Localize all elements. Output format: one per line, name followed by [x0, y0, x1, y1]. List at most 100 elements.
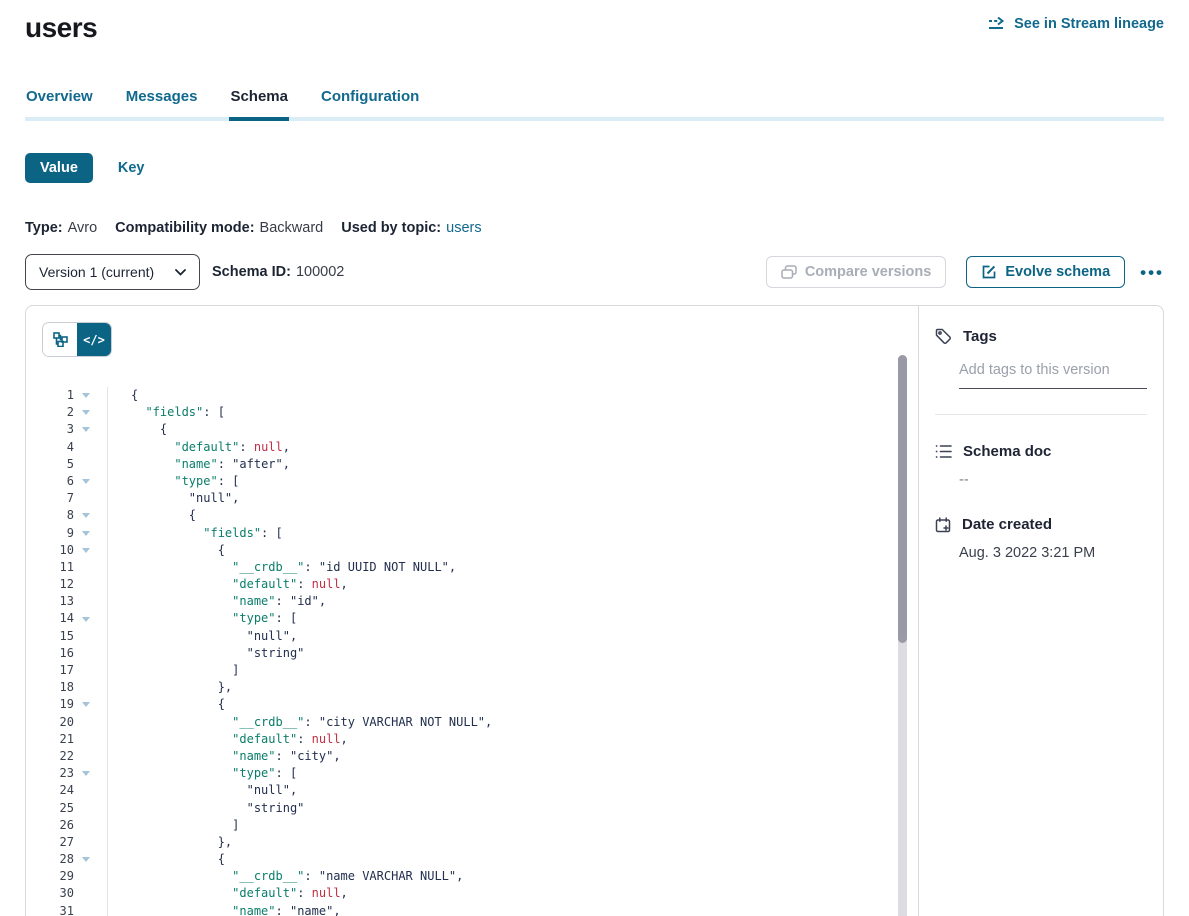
calendar-plus-icon	[935, 517, 951, 533]
gutter-cell: 15	[26, 628, 108, 645]
code-line-text: "default": null,	[108, 576, 348, 593]
line-number: 9	[26, 525, 74, 542]
fold-toggle-icon[interactable]	[74, 513, 98, 518]
code-line-text: {	[108, 851, 225, 868]
add-tags-input[interactable]	[959, 362, 1147, 389]
tab-configuration[interactable]: Configuration	[320, 88, 420, 121]
schema-doc-value: --	[959, 472, 1147, 488]
gutter-cell: 2	[26, 404, 108, 421]
compare-versions-label: Compare versions	[805, 264, 932, 280]
fold-toggle-icon[interactable]	[74, 548, 98, 553]
key-tab-button[interactable]: Key	[118, 160, 145, 176]
evolve-schema-button[interactable]: Evolve schema	[966, 256, 1125, 288]
fold-toggle-icon[interactable]	[74, 393, 98, 398]
fold-toggle-icon[interactable]	[74, 857, 98, 862]
code-line: 3 {	[26, 421, 918, 438]
gutter-cell: 18	[26, 679, 108, 696]
fold-toggle-icon[interactable]	[74, 702, 98, 707]
code-line: 18 },	[26, 679, 918, 696]
code-line-text: "string"	[108, 645, 304, 662]
code-line: 26 ]	[26, 817, 918, 834]
code-line: 29 "__crdb__": "name VARCHAR NULL",	[26, 868, 918, 885]
gutter-cell: 23	[26, 765, 108, 782]
line-number: 5	[26, 456, 74, 473]
gutter-cell: 7	[26, 490, 108, 507]
tab-schema[interactable]: Schema	[229, 88, 289, 121]
scrollbar-thumb[interactable]	[898, 355, 907, 643]
code-line: 9 "fields": [	[26, 525, 918, 542]
fold-toggle-icon[interactable]	[74, 617, 98, 622]
code-line-text: {	[108, 542, 225, 559]
tags-heading-label: Tags	[963, 328, 997, 345]
code-line-text: {	[108, 696, 225, 713]
code-line: 31 "name": "name",	[26, 903, 918, 916]
schema-id: Schema ID: 100002	[212, 264, 344, 280]
code-line-text: "__crdb__": "name VARCHAR NULL",	[108, 868, 463, 885]
meta-label: Used by topic:	[341, 220, 441, 236]
sidebar-divider	[935, 414, 1147, 415]
tags-heading: Tags	[919, 328, 1163, 345]
more-actions-button[interactable]: •••	[1140, 264, 1164, 281]
code-line: 13 "name": "id",	[26, 593, 918, 610]
fold-toggle-icon[interactable]	[74, 531, 98, 536]
schema-editor: </> 1{2 "fields": [3 {4 "default": null,…	[26, 306, 919, 916]
gutter-cell: 24	[26, 782, 108, 799]
gutter-cell: 31	[26, 903, 108, 916]
code-line: 14 "type": [	[26, 610, 918, 627]
topic-link[interactable]: users	[446, 220, 481, 236]
schema-meta-row: Type:AvroCompatibility mode:BackwardUsed…	[25, 220, 1164, 236]
gutter-cell: 8	[26, 507, 108, 524]
code-line: 27 },	[26, 834, 918, 851]
page-title: users	[25, 12, 97, 44]
version-select[interactable]: Version 1 (current)	[25, 254, 200, 290]
editor-scrollbar	[898, 355, 907, 916]
date-created-section: Date created Aug. 3 2022 3:21 PM	[919, 516, 1163, 561]
line-number: 20	[26, 714, 74, 731]
code-view-icon: </>	[83, 333, 105, 347]
line-number: 17	[26, 662, 74, 679]
fold-toggle-icon[interactable]	[74, 479, 98, 484]
code-line: 16 "string"	[26, 645, 918, 662]
schema-doc-section: Schema doc --	[919, 443, 1163, 488]
code-line: 23 "type": [	[26, 765, 918, 782]
code-line-text: "name": "id",	[108, 593, 326, 610]
gutter-cell: 16	[26, 645, 108, 662]
gutter-cell: 12	[26, 576, 108, 593]
code-view-button[interactable]: </>	[77, 323, 111, 356]
code-line-text: "null",	[108, 628, 297, 645]
line-number: 13	[26, 593, 74, 610]
code-line: 12 "default": null,	[26, 576, 918, 593]
line-number: 6	[26, 473, 74, 490]
code-line: 7 "null",	[26, 490, 918, 507]
value-tab-button[interactable]: Value	[25, 153, 93, 183]
schema-sidebar: Tags Schema do	[919, 306, 1163, 916]
schema-doc-heading: Schema doc	[919, 443, 1163, 460]
code-line-text: "name": "after",	[108, 456, 290, 473]
line-number: 28	[26, 851, 74, 868]
line-number: 8	[26, 507, 74, 524]
meta-value: Backward	[260, 220, 324, 236]
code-line-text: "null",	[108, 782, 297, 799]
meta-value: Avro	[68, 220, 98, 236]
code-line-text: },	[108, 679, 232, 696]
tab-messages[interactable]: Messages	[125, 88, 199, 121]
meta-label: Type:	[25, 220, 63, 236]
fold-toggle-icon[interactable]	[74, 410, 98, 415]
schema-page: users See in Stream lineage Overview Mess…	[0, 0, 1189, 916]
code-line-text: "default": null,	[108, 885, 348, 902]
code-editor: 1{2 "fields": [3 {4 "default": null,5 "n…	[26, 387, 918, 916]
fold-toggle-icon[interactable]	[74, 771, 98, 776]
gutter-cell: 5	[26, 456, 108, 473]
code-line: 1{	[26, 387, 918, 404]
date-created-value: Aug. 3 2022 3:21 PM	[959, 545, 1147, 561]
fold-toggle-icon[interactable]	[74, 427, 98, 432]
schema-id-value: 100002	[296, 264, 344, 280]
code-line-text: },	[108, 834, 232, 851]
tab-overview[interactable]: Overview	[25, 88, 94, 121]
stream-lineage-label: See in Stream lineage	[1014, 16, 1164, 32]
line-number: 16	[26, 645, 74, 662]
stream-lineage-link[interactable]: See in Stream lineage	[989, 16, 1164, 32]
tree-view-button[interactable]	[43, 323, 77, 356]
compare-versions-button[interactable]: Compare versions	[766, 256, 947, 288]
line-number: 3	[26, 421, 74, 438]
